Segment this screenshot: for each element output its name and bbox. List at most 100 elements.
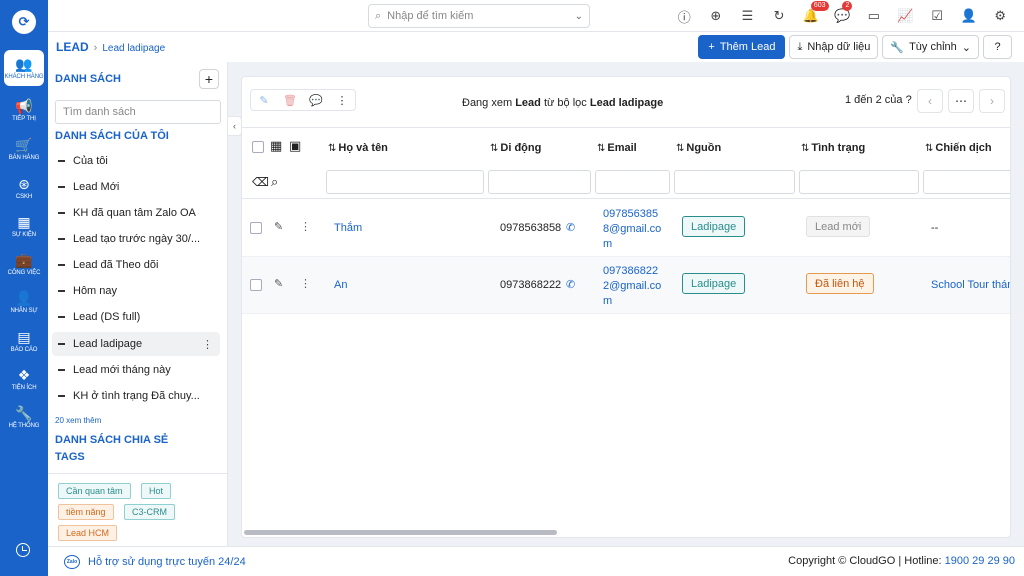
filter-input-mobile[interactable] [488, 170, 591, 194]
bell-icon[interactable]: 🔔 603 [795, 1, 829, 26]
edit-row-icon[interactable]: ✎ [274, 220, 283, 233]
rail-item-utilities[interactable]: ❖ TIỆN ÍCH [4, 361, 44, 397]
list-item[interactable]: Của tôi [52, 149, 220, 173]
edit-row-icon[interactable]: ✎ [274, 277, 283, 290]
list-item[interactable]: KH đã quan tâm Zalo OA [52, 201, 220, 225]
row-menu-icon[interactable]: ⋮ [300, 220, 311, 233]
customize-button[interactable]: 🔧 Tùy chỉnh ⌄ [882, 35, 979, 59]
rail-item-support[interactable]: ⊛ CSKH [4, 170, 44, 206]
lead-email-link[interactable]: 097856385 8@gmail.co m [603, 207, 661, 252]
row-checkbox[interactable] [250, 222, 262, 234]
table-row[interactable]: ✎ ⋮ Thắm 0978563858 ✆ 097856385 8@gmail.… [242, 200, 1010, 257]
rail-item-tasks[interactable]: 💼 CÔNG VIỆC [4, 246, 44, 282]
rail-item-hr[interactable]: 👤 NHÂN SỰ [4, 284, 44, 320]
column-header-name[interactable]: ⇅ Họ và tên [328, 142, 388, 154]
row-menu-icon[interactable]: ⋮ [300, 277, 311, 290]
search-icon[interactable]: ⌕ [271, 174, 278, 190]
eraser-icon[interactable]: ⌫ [252, 175, 269, 189]
chevron-down-icon[interactable]: ⌄ [575, 11, 583, 22]
column-header-campaign[interactable]: ⇅ Chiến dịch [925, 142, 992, 154]
refresh-icon[interactable]: ↻ [763, 6, 795, 26]
rail-label: TIỆN ÍCH [11, 384, 37, 391]
help-button[interactable]: ? [983, 35, 1012, 59]
list-item[interactable]: Lead tạo trước ngày 30/... [52, 227, 220, 251]
chat-icon[interactable]: 💬 2 [826, 1, 858, 26]
filter-input-source[interactable] [674, 170, 795, 194]
filter-input-status[interactable] [799, 170, 919, 194]
table-settings-icon[interactable]: ▦ [270, 138, 282, 154]
global-search-input[interactable]: ⌕ Nhập để tìm kiếm ⌄ [368, 4, 590, 28]
column-header-mobile[interactable]: ⇅ Di động [490, 142, 541, 154]
row-checkbox[interactable] [250, 279, 262, 291]
chart-line-icon[interactable]: 📈 [890, 6, 922, 26]
support-link[interactable]: Hỗ trợ sử dụng trực tuyến 24/24 [88, 556, 246, 568]
column-picker-icon[interactable]: ▣ [289, 138, 301, 154]
list-item[interactable]: KH ở tình trạng Đã chuy... [52, 384, 220, 408]
add-list-button[interactable]: + [199, 69, 219, 89]
calendar-icon[interactable]: ▭ [858, 6, 890, 26]
gear-icon[interactable]: ⚙ [984, 6, 1016, 26]
zalo-icon: Zalo [64, 555, 80, 569]
lead-name-link[interactable]: An [334, 279, 347, 291]
list-item[interactable]: Lead Mới [52, 175, 220, 199]
rail-item-customers[interactable]: 👥 KHÁCH HÀNG [4, 50, 44, 86]
rail-item-events[interactable]: ▦ SỰ KIỆN [4, 208, 44, 244]
horizontal-scrollbar[interactable] [242, 529, 1010, 537]
history-clock-icon[interactable] [16, 543, 30, 557]
tag-chip[interactable]: Cần quan tâm [58, 483, 131, 499]
add-circle-icon[interactable]: ⊕ [700, 6, 732, 26]
list-icon[interactable]: ☰ [732, 6, 764, 26]
tag-chip[interactable]: Hot [141, 483, 172, 499]
column-header-source[interactable]: ⇅ Nguồn [676, 142, 721, 154]
filter-input-email[interactable] [595, 170, 670, 194]
hotline-number[interactable]: 1900 29 29 90 [945, 555, 1015, 567]
checkbox-icon[interactable]: ☑ [921, 6, 953, 26]
edit-icon[interactable]: ✎ [251, 90, 277, 110]
add-lead-button[interactable]: + Thêm Lead [698, 35, 786, 59]
next-page-button[interactable]: › [979, 89, 1005, 113]
tag-chip[interactable]: Lead HCM [58, 525, 118, 541]
table-row[interactable]: ✎ ⋮ An 0973868222 ✆ 097386822 2@gmail.co… [242, 257, 1010, 314]
list-item[interactable]: Hôm nay [52, 279, 220, 303]
user-icon[interactable]: 👤 [953, 6, 985, 26]
rail-item-sales[interactable]: 🛒 BÁN HÀNG [4, 131, 44, 167]
alert-icon[interactable]: ⓘ [668, 6, 700, 26]
import-data-button[interactable]: ⤓ Nhập dữ liệu [789, 35, 879, 59]
breadcrumb-module[interactable]: LEAD [56, 40, 89, 54]
select-all-checkbox[interactable] [252, 141, 264, 153]
tag-chip[interactable]: tiềm năng [58, 504, 114, 520]
filter-input-name[interactable] [326, 170, 484, 194]
see-more-link[interactable]: 20 xem thêm [55, 416, 101, 425]
shared-lists-heading[interactable]: DANH SÁCH CHIA SẺ [55, 434, 168, 446]
list-item[interactable]: Lead (DS full) [52, 305, 220, 329]
lead-email-link[interactable]: 097386822 2@gmail.co m [603, 264, 661, 309]
call-icon[interactable]: ✆ [566, 278, 575, 291]
app-logo-icon[interactable]: ⟳ [12, 10, 36, 34]
list-search-input[interactable]: Tìm danh sách [55, 100, 221, 124]
prev-page-button[interactable]: ‹ [917, 89, 943, 113]
page-options-button[interactable]: ⋯ [948, 89, 974, 113]
help-icon[interactable]: ? [906, 94, 912, 106]
call-icon[interactable]: ✆ [566, 221, 575, 234]
list-item-label: Lead đã Theo dõi [73, 259, 159, 271]
more-vertical-icon[interactable]: ⋮ [202, 338, 213, 351]
rail-item-marketing[interactable]: 📢 TIẾP THỊ [4, 92, 44, 128]
more-vertical-icon[interactable]: ⋮ [329, 90, 355, 110]
lead-name-link[interactable]: Thắm [334, 222, 362, 234]
scrollbar-thumb[interactable] [244, 530, 557, 535]
tag-chip[interactable]: C3-CRM [124, 504, 175, 520]
rail-item-reports[interactable]: ▤ BÁO CÁO [4, 323, 44, 359]
column-header-email[interactable]: ⇅ Email [597, 142, 637, 154]
rail-item-system[interactable]: 🔧 HỆ THỐNG [4, 399, 44, 435]
column-header-status[interactable]: ⇅ Tình trạng [801, 142, 865, 154]
trash-icon[interactable]: 🗑 [277, 90, 303, 110]
filter-input-campaign[interactable] [923, 170, 1010, 194]
tag-label: Cần quan tâm [66, 486, 123, 496]
source-label: Ladipage [691, 220, 737, 233]
collapse-sidebar-button[interactable]: ‹ [228, 116, 242, 136]
comment-icon[interactable]: 💬 [303, 90, 329, 110]
list-item-active[interactable]: Lead ladipage ⋮ [52, 332, 220, 356]
list-item[interactable]: Lead mới tháng này [52, 358, 220, 382]
campaign-link[interactable]: School Tour thán [931, 279, 1010, 291]
list-item[interactable]: Lead đã Theo dõi [52, 253, 220, 277]
